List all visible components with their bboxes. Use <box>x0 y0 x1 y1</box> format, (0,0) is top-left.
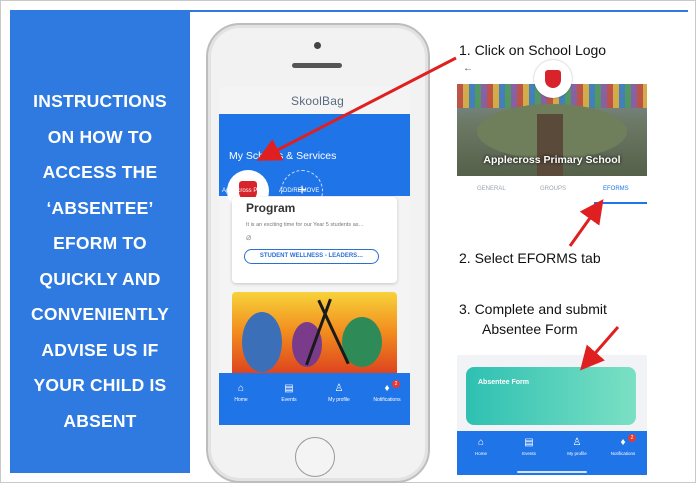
news-card[interactable]: Program It is an exciting time for our Y… <box>232 197 397 283</box>
instruction-line: ABSENT <box>63 410 137 431</box>
speaker-grille <box>292 63 342 68</box>
selected-tab-indicator <box>594 202 647 204</box>
bottom-nav: ⌂ Home ▤ Events ♙ My profile ♦ Notificat… <box>219 373 410 425</box>
eforms-icon: ▤ <box>524 437 534 448</box>
nav-label: My profile <box>567 451 587 456</box>
tab-general[interactable]: GENERAL <box>477 186 506 192</box>
home-icon: ⌂ <box>237 383 245 394</box>
nav-label: Home <box>474 451 487 456</box>
instruction-line: CONVENIENTLY <box>31 304 169 324</box>
card-description: It is an exciting time for our Year 5 st… <box>246 222 365 228</box>
school-crest-icon <box>545 70 561 88</box>
nav-notifications[interactable]: ♦ Notifications 2 <box>603 434 643 456</box>
nav-notifications[interactable]: ♦ Notifications 2 <box>367 380 407 403</box>
notification-badge: 2 <box>628 434 636 442</box>
instruction-line: ACCESS THE <box>42 162 158 182</box>
phone-screen: SkoolBag My Schools & Services + Applecr… <box>219 87 410 425</box>
skoolbag-logo: SkoolBag <box>291 94 344 108</box>
nav-label: Home <box>234 397 248 403</box>
top-accent-line <box>190 10 688 12</box>
nav-label: Notifications <box>610 451 636 456</box>
nav-label: Events <box>522 451 536 456</box>
camera-dot <box>314 42 321 49</box>
eforms-icon: ▤ <box>284 383 294 394</box>
instruction-line: EFORM TO <box>53 233 147 253</box>
nav-events[interactable]: ▤ Events <box>269 383 309 403</box>
nav-events[interactable]: ▤ Events <box>509 437 549 456</box>
school-label: Applecross Pri… <box>222 188 267 194</box>
instruction-line: QUICKLY AND <box>39 268 161 289</box>
form-title: Absentee Form <box>478 379 529 386</box>
step-3-text-line2: Absentee Form <box>482 321 578 337</box>
instructions-panel: INSTRUCTIONS ON HOW TO ACCESS THE ‘ABSEN… <box>10 10 190 473</box>
notification-badge: 2 <box>392 380 400 388</box>
bell-icon: ♦ <box>384 383 390 394</box>
back-arrow-icon[interactable]: ← <box>463 63 473 74</box>
category-chip[interactable]: STUDENT WELLNESS - LEADERS… <box>244 249 379 264</box>
add-remove-label: ADD/REMOVE <box>279 188 320 194</box>
art-shape <box>242 312 282 372</box>
home-indicator <box>517 471 587 473</box>
home-icon: ⌂ <box>477 437 485 448</box>
tree-trunk <box>537 114 563 176</box>
eforms-screen: Absentee Form ⌂ Home ▤ Events ♙ My profi… <box>457 355 647 475</box>
tab-groups[interactable]: GROUPS <box>540 186 566 192</box>
instruction-line: ‘ABSENTEE’ <box>46 197 154 218</box>
section-title: My Schools & Services <box>229 150 337 162</box>
profile-icon: ♙ <box>334 383 344 394</box>
bell-icon: ♦ <box>620 437 626 448</box>
school-logo-large[interactable] <box>534 60 572 98</box>
step-3-text-line1: 3. Complete and submit <box>459 301 607 317</box>
artwork-image <box>232 292 397 382</box>
school-name: Applecross Primary School <box>483 154 621 166</box>
absentee-form-card[interactable]: Absentee Form <box>466 367 636 425</box>
step-2-text: 2. Select EFORMS tab <box>459 250 601 266</box>
phone-home-button[interactable] <box>295 437 335 477</box>
instruction-line: ON HOW TO <box>47 126 153 147</box>
schools-header: My Schools & Services + <box>219 114 410 212</box>
instruction-line: INSTRUCTIONS <box>33 91 167 111</box>
nav-home[interactable]: ⌂ Home <box>221 383 261 403</box>
step-1-text: 1. Click on School Logo <box>459 42 607 58</box>
nav-label: Notifications <box>373 397 401 403</box>
instruction-line: YOUR CHILD IS <box>33 375 167 395</box>
nav-profile[interactable]: ♙ My profile <box>319 383 359 403</box>
instructions-text: INSTRUCTIONS ON HOW TO ACCESS THE ‘ABSEN… <box>10 84 190 439</box>
nav-label: Events <box>281 397 297 403</box>
nav-profile[interactable]: ♙ My profile <box>557 437 597 456</box>
school-tabs: GENERAL GROUPS EFORMS <box>457 177 647 205</box>
tab-eforms[interactable]: EFORMS <box>603 186 629 192</box>
nav-label: My profile <box>328 397 350 403</box>
nav-home[interactable]: ⌂ Home <box>461 437 501 456</box>
paperclip-icon: ⌀ <box>246 232 252 242</box>
card-title: Program <box>246 201 296 215</box>
instruction-line: ADVISE US IF <box>41 339 159 360</box>
profile-icon: ♙ <box>572 437 582 448</box>
bottom-nav: ⌂ Home ▤ Events ♙ My profile ♦ Notificat… <box>457 431 647 475</box>
